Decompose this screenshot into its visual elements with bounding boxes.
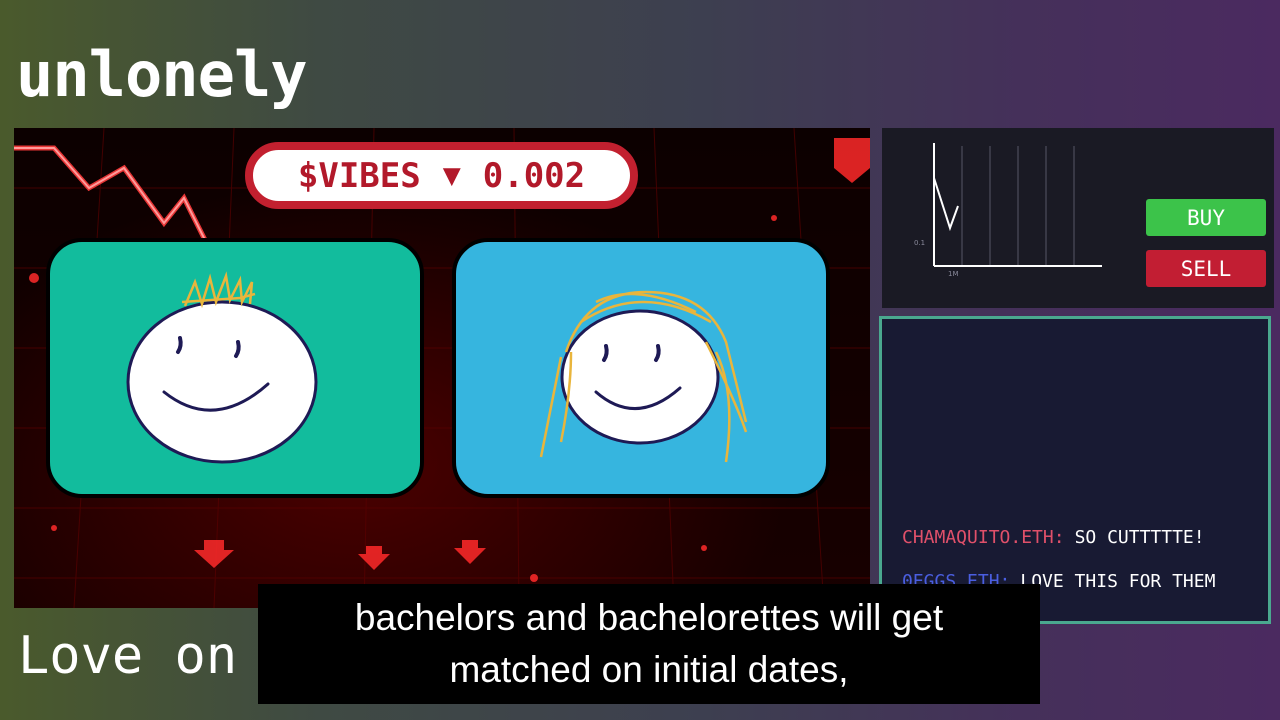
caption-line-1: bachelors and bachelorettes will get xyxy=(354,597,944,638)
vibes-ticker: $VIBES ▼ 0.002 xyxy=(245,142,638,209)
smiley-face-short-hair-drawing xyxy=(126,271,318,464)
ticker-value: 0.002 xyxy=(482,155,586,196)
triangle-down-icon: ▼ xyxy=(442,158,461,193)
chat-message: CHAMAQUITO.ETH: SO CUTTTTTE! xyxy=(902,527,1205,548)
chat-text: LOVE THIS FOR THEM xyxy=(1020,571,1216,592)
sell-button[interactable]: SELL xyxy=(1146,250,1266,287)
video-stage: $VIBES ▼ 0.002 xyxy=(14,128,870,608)
subtitle-caption: bachelors and bachelorettes will get mat… xyxy=(258,584,1040,704)
price-chart-panel: 0.1 1M BUY SELL xyxy=(882,128,1274,308)
y-axis-tick: 0.1 xyxy=(914,239,925,247)
x-axis-tick: 1M xyxy=(948,270,959,278)
price-chart: 0.1 1M xyxy=(914,143,1102,278)
caption-line-2: matched on initial dates, xyxy=(449,649,849,690)
smiley-face-long-hair-drawing xyxy=(539,290,748,463)
participant-card-right xyxy=(452,238,830,498)
unlonely-logo: unlonely xyxy=(16,38,308,111)
buy-button[interactable]: BUY xyxy=(1146,199,1266,236)
chat-username[interactable]: CHAMAQUITO.ETH: xyxy=(902,527,1065,548)
chat-text: SO CUTTTTTE! xyxy=(1074,527,1205,548)
ticker-symbol: $VIBES xyxy=(297,155,421,196)
chat-panel[interactable]: CHAMAQUITO.ETH: SO CUTTTTTE! 0EGGS.ETH: LO… xyxy=(879,316,1271,624)
participant-card-left xyxy=(46,238,424,498)
